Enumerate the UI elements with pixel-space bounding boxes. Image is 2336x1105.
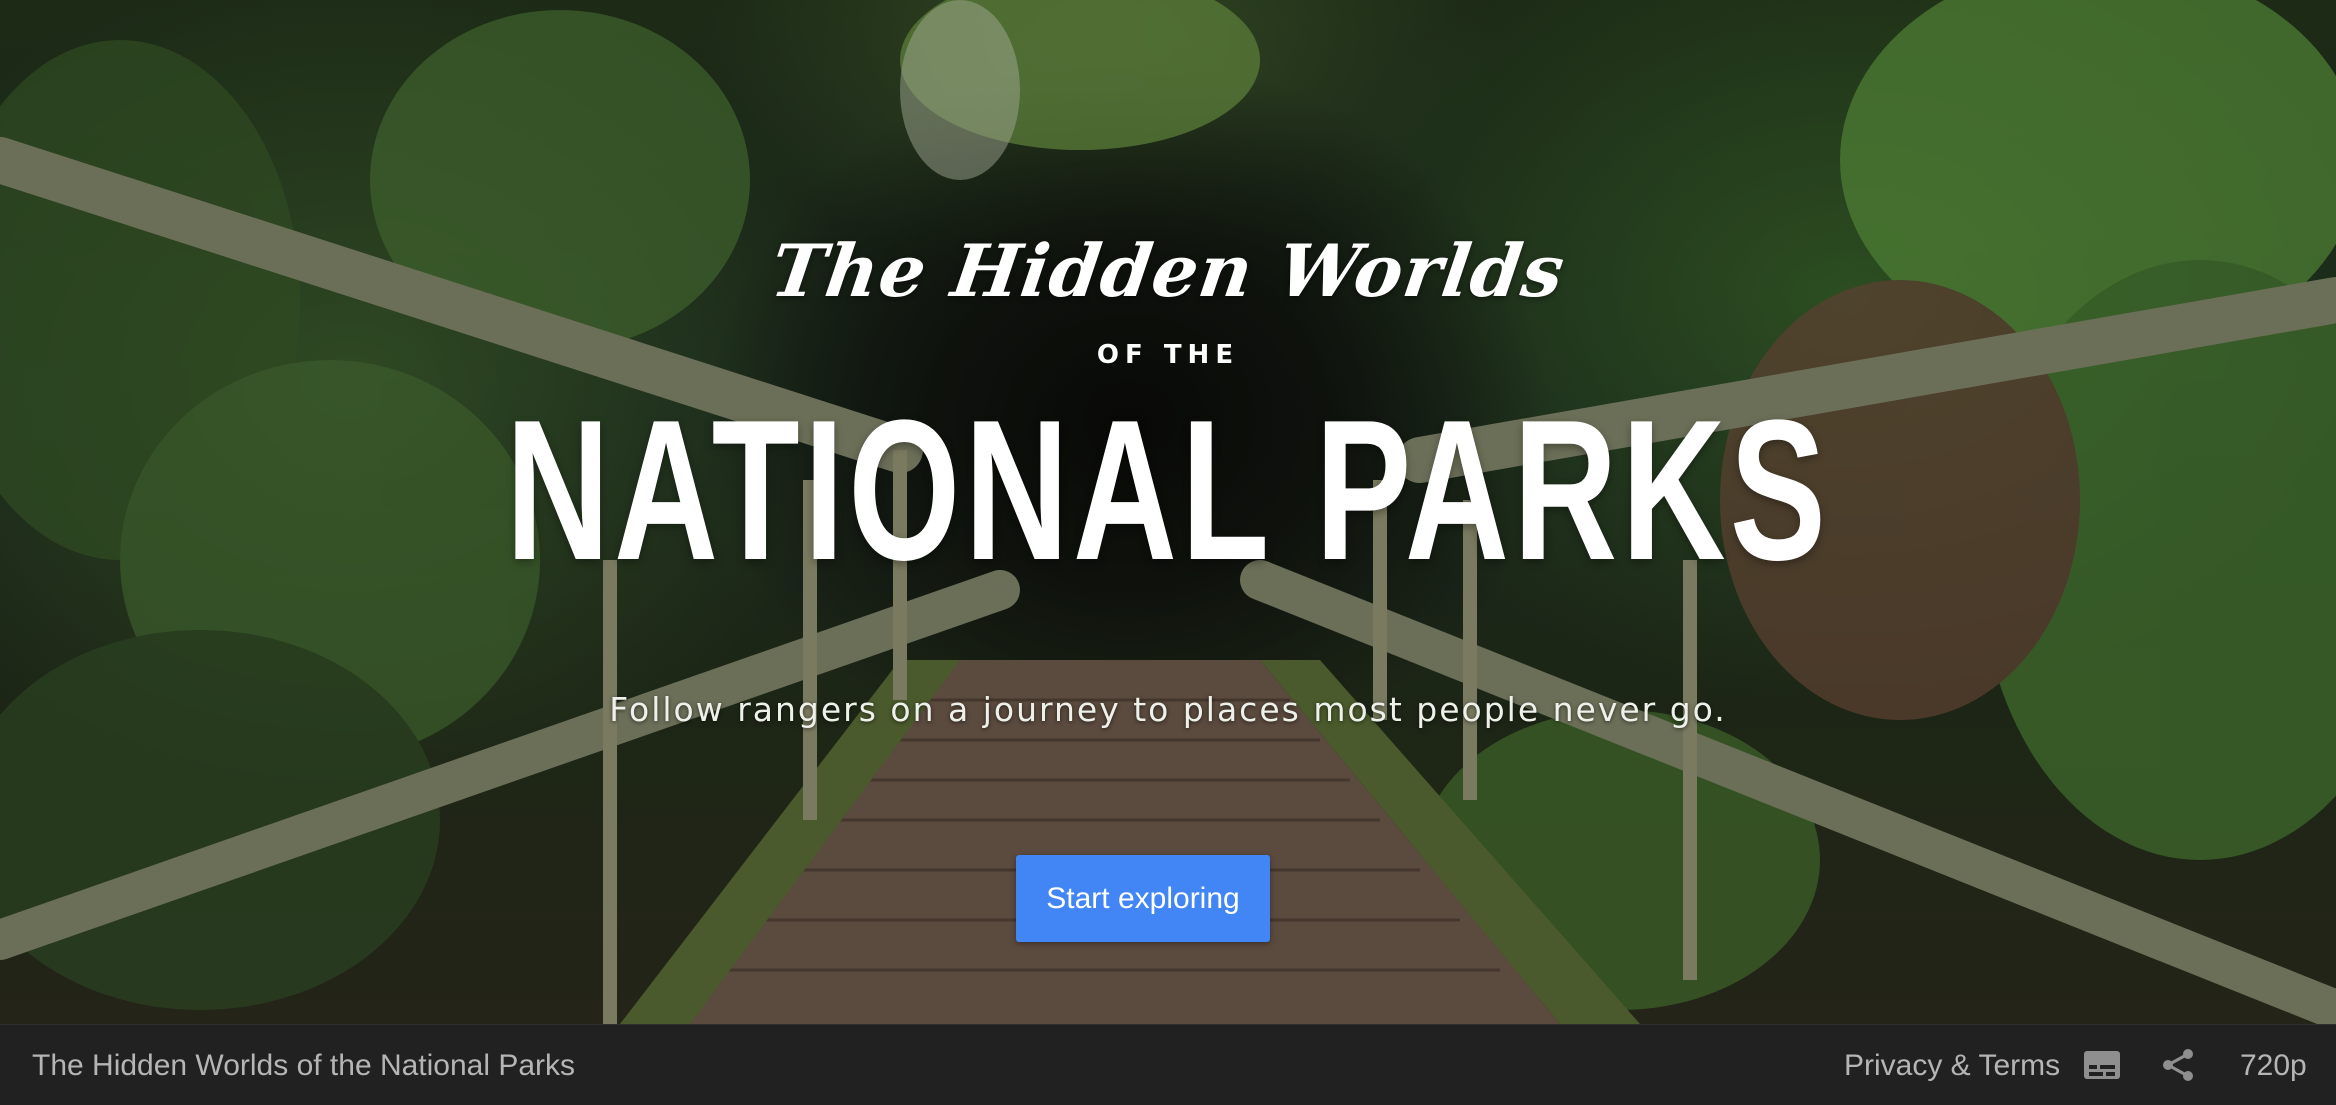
captions-icon[interactable] (2082, 1047, 2122, 1083)
hero-title-script: The Hidden Worlds (765, 228, 1571, 313)
start-exploring-button[interactable]: Start exploring (1016, 855, 1270, 942)
hero-title-connector: OF THE (1096, 340, 1240, 370)
quality-selector[interactable]: 720p (2240, 1049, 2307, 1083)
footer-bar: The Hidden Worlds of the National Parks … (0, 1024, 2336, 1105)
hero-subtitle: Follow rangers on a journey to places mo… (609, 690, 1727, 729)
hero-title-main: NATIONAL PARKS (505, 379, 1831, 602)
hero-background: The Hidden Worlds OF THE NATIONAL PARKS … (0, 0, 2336, 1024)
privacy-terms-link[interactable]: Privacy & Terms (1844, 1049, 2060, 1083)
footer-title: The Hidden Worlds of the National Parks (32, 1049, 576, 1082)
share-icon[interactable] (2158, 1047, 2198, 1083)
